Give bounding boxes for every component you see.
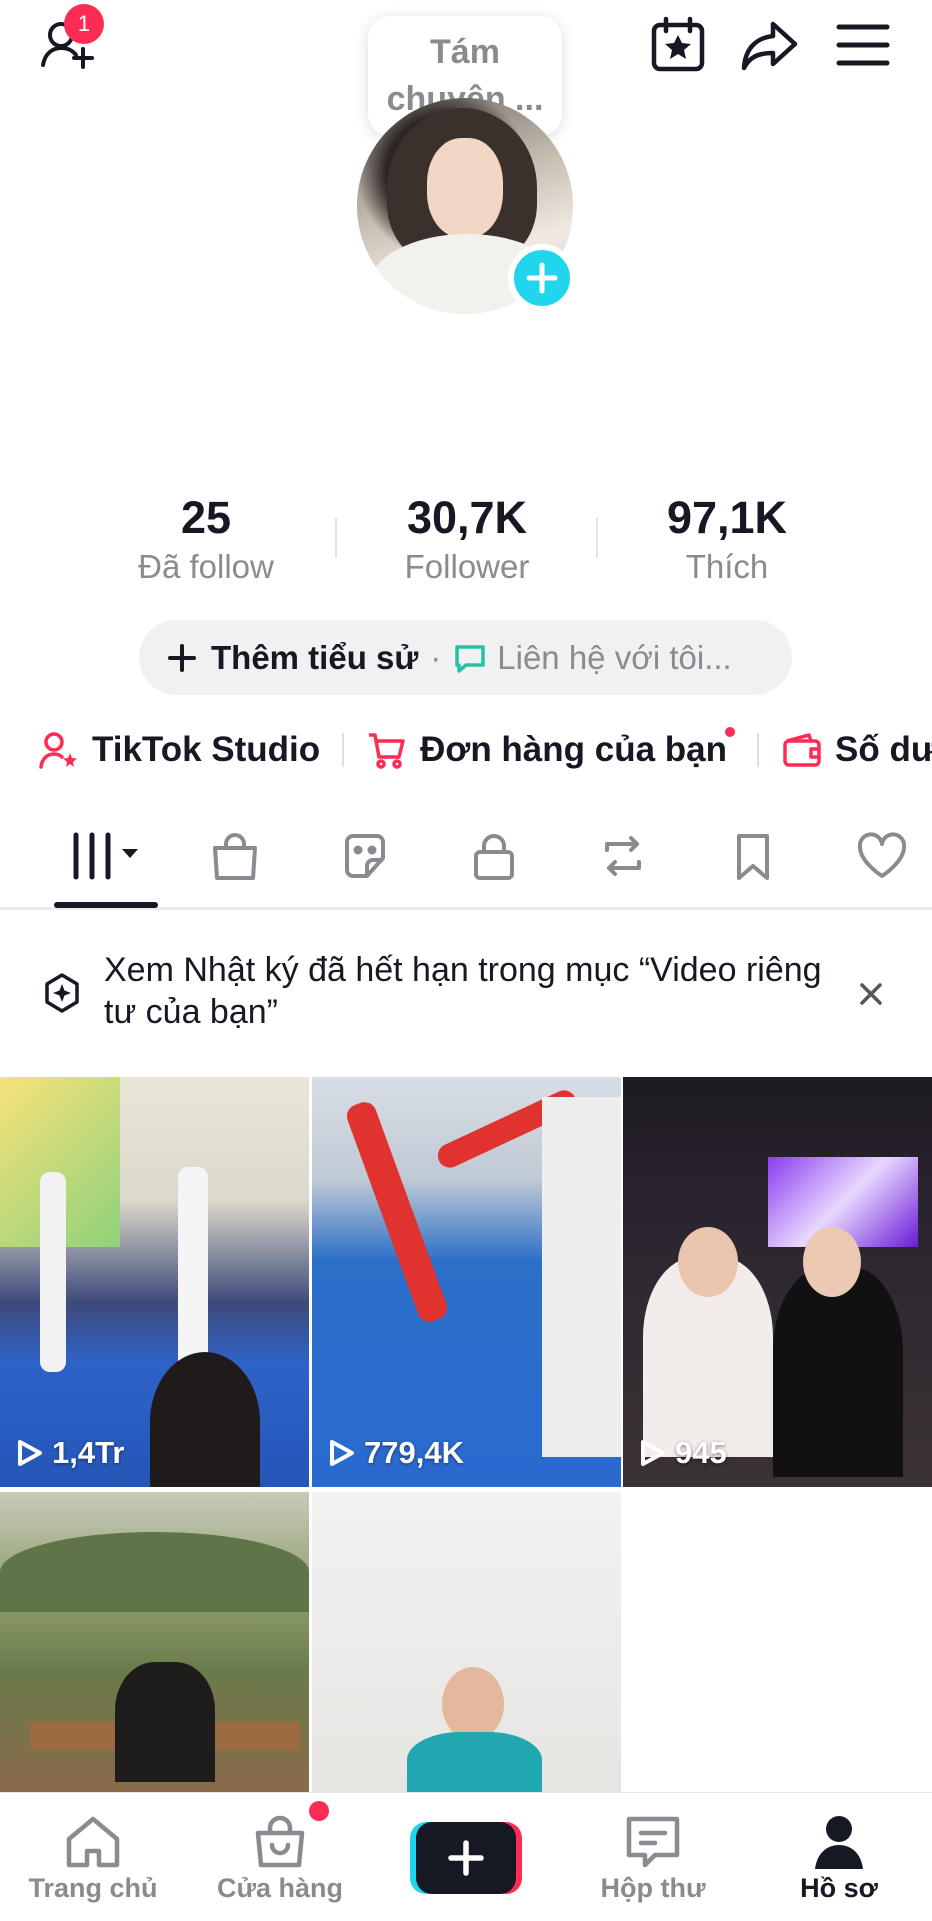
balance-link[interactable]: Số dư [781,729,932,771]
bio-separator: · [430,638,442,676]
bottom-navigation: Trang chủ Cửa hàng Hộp thư Hồ sơ [0,1792,932,1921]
play-icon [330,1440,354,1466]
view-count: 1,4Tr [14,1435,124,1471]
video-thumbnail[interactable]: 1,4Tr [0,1077,309,1487]
orders-link[interactable]: Đơn hàng của bạn [366,727,736,771]
tab-reposts[interactable] [573,818,673,894]
balance-label: Số dư [835,730,932,769]
shortcut-links-row: TikTok Studio Đơn hàng của bạn Số dư [38,720,932,780]
bookmark-icon [737,834,769,880]
nav-inbox[interactable]: Hộp thư [568,1811,738,1904]
tab-stickers[interactable] [315,818,415,894]
tab-favorites[interactable] [703,818,803,894]
active-tab-indicator [54,902,158,908]
plus-icon [448,1840,484,1876]
grid-icon [73,832,138,880]
video-thumbnail[interactable]: 945 [623,1077,932,1487]
add-friend-button[interactable]: 1 [32,4,104,80]
follower-count: 30,7K [406,492,528,543]
add-story-button[interactable] [508,244,576,312]
sticker-icon [345,834,385,878]
empty-grid-slot [623,1492,932,1792]
home-icon [66,1816,120,1868]
notice-text: Xem Nhật ký đã hết hạn trong mục “Video … [104,951,822,1031]
chat-bubble-icon [455,644,486,673]
following-stat[interactable]: 25 Đã follow [96,490,316,588]
tab-liked[interactable] [832,818,932,894]
stat-divider [596,518,598,558]
video-thumbnail[interactable] [0,1492,309,1792]
nav-home[interactable]: Trang chủ [8,1811,178,1904]
calendar-button[interactable] [643,10,713,80]
shop-icon [255,1815,305,1868]
tab-shop[interactable] [185,818,285,894]
link-divider [757,733,760,767]
likes-stat[interactable]: 97,1K Thích [617,490,837,588]
nav-inbox-label: Hộp thư [600,1873,706,1903]
view-count: 945 [637,1435,727,1471]
cart-icon [369,733,405,769]
tiktok-studio-link[interactable]: TikTok Studio [38,729,320,771]
following-count: 25 [180,492,232,543]
video-thumbnail[interactable]: 779,4K [312,1077,621,1487]
menu-icon [836,24,890,66]
repost-icon [605,836,641,876]
add-bio-label[interactable]: Thêm tiểu sử [211,639,418,677]
bio-pill[interactable]: Thêm tiểu sử · Liên hệ với tôi... [139,620,792,695]
close-icon[interactable] [856,979,886,1009]
likes-label: Thích [685,548,769,585]
play-icon [18,1440,42,1466]
menu-button[interactable] [828,10,898,80]
video-thumbnail[interactable] [312,1492,621,1792]
play-icon [641,1440,665,1466]
share-profile-button[interactable] [735,10,805,80]
following-label: Đã follow [138,548,274,585]
wallet-icon [783,733,821,767]
inbox-icon [626,1816,680,1868]
notification-badge: 1 [64,4,104,44]
link-divider [342,733,345,767]
follower-stat[interactable]: 30,7K Follower [357,490,577,588]
follower-label: Follower [404,548,530,585]
calendar-star-icon [651,16,705,72]
heart-icon [857,832,907,878]
nav-shop-label: Cửa hàng [216,1873,344,1903]
tab-private[interactable] [444,818,544,894]
orders-label: Đơn hàng của bạn [420,730,728,769]
create-button[interactable] [410,1822,522,1894]
expired-stories-notice[interactable]: Xem Nhật ký đã hết hạn trong mục “Video … [0,945,932,1045]
nav-shop[interactable]: Cửa hàng [195,1801,365,1904]
shop-notification-dot [309,1801,329,1821]
contact-placeholder[interactable]: Liên hệ với tôi... [497,639,731,677]
profile-icon [815,1816,863,1869]
plus-icon [526,262,558,294]
bag-icon [213,833,257,880]
orders-dot [725,727,736,737]
nav-profile-label: Hồ sơ [800,1873,878,1903]
likes-count: 97,1K [666,492,788,543]
person-star-icon [39,732,77,769]
stat-divider [335,518,337,558]
nav-profile[interactable]: Hồ sơ [754,1811,924,1904]
lock-icon [474,834,514,880]
tab-videos[interactable] [56,818,156,894]
nav-home-label: Trang chủ [28,1873,158,1903]
plus-icon [168,643,196,672]
sparkle-icon [45,973,79,1013]
view-count: 779,4K [326,1435,464,1471]
share-icon [741,21,798,71]
tiktok-studio-label: TikTok Studio [92,730,321,769]
